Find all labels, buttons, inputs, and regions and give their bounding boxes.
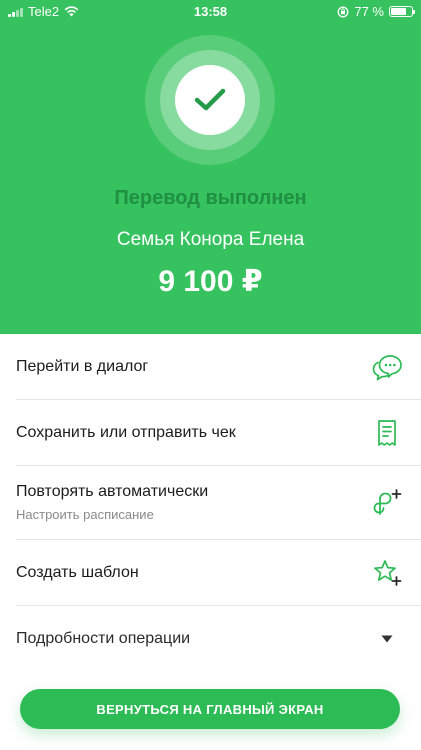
success-header: Tele2 13:58 77 % Перевод выполнен Семья … <box>0 0 421 334</box>
battery-level <box>391 8 407 15</box>
receipt-icon <box>367 413 407 453</box>
auto-repeat-text: Повторять автоматически Настроить распис… <box>16 483 367 522</box>
checkmark-icon <box>194 88 226 111</box>
create-template-label: Создать шаблон <box>16 563 139 581</box>
open-dialog-label: Перейти в диалог <box>16 357 149 375</box>
recipient-name: Семья Конора Елена <box>116 229 305 250</box>
battery-icon <box>389 6 415 17</box>
create-template-text: Создать шаблон <box>16 564 367 582</box>
status-right: 77 % <box>337 4 415 19</box>
success-badge-circle <box>175 65 245 135</box>
star-add-icon <box>367 553 407 593</box>
operation-details-text: Подробности операции <box>16 630 367 648</box>
repeat-add-icon <box>367 483 407 523</box>
auto-repeat-sublabel: Настроить расписание <box>16 507 154 522</box>
actions-list: Перейти в диалог Сохранить или отправить… <box>0 334 421 672</box>
save-receipt-label: Сохранить или отправить чек <box>16 423 236 441</box>
create-template-row[interactable]: Создать шаблон <box>16 540 421 606</box>
success-badge-ring <box>160 50 260 150</box>
success-badge <box>145 35 275 165</box>
auto-repeat-row[interactable]: Повторять автоматически Настроить распис… <box>16 466 421 540</box>
orientation-lock-icon <box>337 6 349 17</box>
save-receipt-text: Сохранить или отправить чек <box>16 424 367 442</box>
payment-success-screen: Tele2 13:58 77 % Перевод выполнен Семья … <box>0 0 421 750</box>
open-dialog-text: Перейти в диалог <box>16 358 367 376</box>
chat-bubbles-icon <box>367 347 407 387</box>
return-to-home-button[interactable]: ВЕРНУТЬСЯ НА ГЛАВНЫЙ ЭКРАН <box>20 689 400 729</box>
status-bar: Tele2 13:58 77 % <box>0 0 421 22</box>
transfer-amount: 9 100 ₽ <box>158 265 263 298</box>
open-dialog-row[interactable]: Перейти в диалог <box>16 334 421 400</box>
triangle-down-icon <box>367 619 407 659</box>
operation-details-label: Подробности операции <box>16 630 191 647</box>
transfer-status-title: Перевод выполнен <box>114 187 307 209</box>
save-receipt-row[interactable]: Сохранить или отправить чек <box>16 400 421 466</box>
battery-percent: 77 % <box>354 4 384 19</box>
operation-details-row[interactable]: Подробности операции <box>16 606 421 672</box>
auto-repeat-label: Повторять автоматически <box>16 483 209 500</box>
